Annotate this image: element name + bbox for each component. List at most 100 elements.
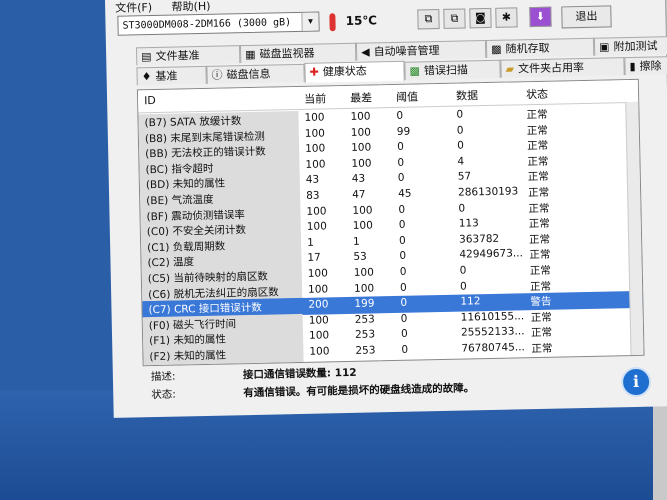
cell-id: (F2) 未知的属性 xyxy=(149,349,227,364)
cell-cur: 100 xyxy=(306,220,327,234)
tab-folder-usage[interactable]: ▰ 文件夹占用率 xyxy=(500,57,625,78)
cell-status: 正常 xyxy=(526,124,548,137)
cell-cur: 1 xyxy=(306,236,314,249)
cell-thr: 0 xyxy=(398,203,406,216)
cell-worst: 199 xyxy=(354,297,375,311)
cell-status: 正常 xyxy=(531,342,553,356)
col-worst[interactable]: 最差 xyxy=(350,89,372,105)
tab-error-scan[interactable]: ▩ 错误扫描 xyxy=(404,59,501,80)
cell-worst: 100 xyxy=(350,126,371,139)
camera-icon[interactable]: ◙ xyxy=(469,7,492,29)
chevron-down-icon[interactable]: ▼ xyxy=(301,12,319,31)
cell-thr: 0 xyxy=(399,281,407,294)
erase-icon: ▮ xyxy=(629,59,636,74)
cell-status: 正常 xyxy=(527,155,549,168)
tab-extra-tests[interactable]: ▣ 附加测试 xyxy=(593,35,667,56)
col-data[interactable]: 数据 xyxy=(456,87,478,103)
tab-file-benchmark[interactable]: ▤ 文件基准 xyxy=(135,45,241,66)
cell-status: 正常 xyxy=(530,311,552,324)
menubar: 文件(F) 帮助(H) xyxy=(115,0,227,15)
cell-thr: 0 xyxy=(400,328,408,341)
extra-icon: ▣ xyxy=(598,40,610,54)
cell-worst: 1 xyxy=(352,235,360,248)
col-current[interactable]: 当前 xyxy=(304,90,326,106)
cell-thr: 0 xyxy=(397,172,405,185)
cell-thr: 45 xyxy=(397,187,412,200)
benchmark-icon: ♦ xyxy=(141,70,152,84)
tab-disk-info[interactable]: ⓘ 磁盘信息 xyxy=(206,63,305,84)
cell-cur: 100 xyxy=(307,282,329,296)
options-icon[interactable]: ✱ xyxy=(495,7,518,28)
cell-thr: 0 xyxy=(398,234,406,247)
cell-thr: 0 xyxy=(397,140,404,154)
cell-cur: 100 xyxy=(305,158,326,171)
cell-cur: 17 xyxy=(307,251,321,265)
cell-status: 正常 xyxy=(529,249,551,262)
cell-status: 正常 xyxy=(529,264,551,278)
exit-button[interactable]: 退出 xyxy=(561,5,612,29)
col-id[interactable]: ID xyxy=(144,94,156,107)
cell-worst: 100 xyxy=(353,266,374,279)
state-label: 状态: xyxy=(151,388,176,402)
tab-random-access[interactable]: ▩ 随机存取 xyxy=(485,37,595,59)
cell-cur: 43 xyxy=(305,173,320,187)
cell-data: 25552133... xyxy=(460,325,525,340)
cell-data: 112 xyxy=(460,295,481,308)
info-icon[interactable]: i xyxy=(620,366,652,398)
cell-status: 警告 xyxy=(530,295,552,309)
tab-benchmark[interactable]: ♦ 基准 xyxy=(136,65,207,86)
speaker-icon: ◀ xyxy=(361,45,370,59)
cell-thr: 99 xyxy=(396,125,411,138)
cell-status: 正常 xyxy=(528,233,551,246)
temperature-value: 15℃ xyxy=(345,13,378,28)
cell-worst: 100 xyxy=(352,219,373,233)
cell-worst: 253 xyxy=(354,313,375,326)
cell-status: 正常 xyxy=(527,171,549,184)
cell-data: 0 xyxy=(459,264,467,277)
col-status[interactable]: 状态 xyxy=(526,86,548,102)
cell-status: 正常 xyxy=(526,108,548,122)
scan-icon: ▩ xyxy=(409,64,421,78)
tab-erase[interactable]: ▮ 擦除 xyxy=(624,55,667,76)
tab-disk-monitor[interactable]: ▦ 磁盘监视器 xyxy=(239,42,357,64)
cell-status: 正常 xyxy=(528,186,550,200)
cell-data: 0 xyxy=(457,139,464,152)
cell-cur: 100 xyxy=(304,127,326,140)
drive-select[interactable]: ST3000DM008-2DM166 (3000 gB) ▼ xyxy=(117,11,320,36)
tab-aam[interactable]: ◀ 自动噪音管理 xyxy=(355,40,487,61)
cell-thr: 0 xyxy=(400,312,408,325)
cell-cur: 100 xyxy=(307,267,328,280)
thermometer-icon xyxy=(329,12,336,31)
copy-icon[interactable]: ⧉ xyxy=(417,9,440,30)
cell-data: 0 xyxy=(458,202,466,215)
cell-status: 正常 xyxy=(527,139,549,153)
cell-data: 4 xyxy=(457,155,465,168)
tab-health[interactable]: ✚ 健康状态 xyxy=(304,60,405,83)
cell-thr: 0 xyxy=(397,156,405,169)
info-icon: ⓘ xyxy=(211,68,223,82)
health-icon: ✚ xyxy=(309,65,319,79)
cell-worst: 253 xyxy=(354,328,376,342)
copy-all-icon[interactable]: ⧉ xyxy=(443,8,466,29)
cell-data: 42949673... xyxy=(459,247,523,262)
temperature-display: 15℃ xyxy=(329,8,377,33)
download-icon[interactable]: ⬇ xyxy=(529,6,552,28)
cell-data: 363782 xyxy=(458,232,500,246)
cell-worst: 47 xyxy=(352,188,366,201)
cell-data: 0 xyxy=(459,280,467,293)
cell-worst: 100 xyxy=(351,141,372,155)
cell-thr: 0 xyxy=(399,250,407,263)
cell-cur: 100 xyxy=(309,345,330,358)
cell-cur: 100 xyxy=(308,329,330,343)
cell-id: (C2) 温度 xyxy=(147,256,195,270)
cell-thr: 0 xyxy=(400,296,408,310)
state-value: 有通信错误。有可能是损坏的硬盘线造成的故障。 xyxy=(243,382,475,400)
folder-icon: ▰ xyxy=(505,62,515,76)
col-threshold[interactable]: 阈值 xyxy=(396,88,418,104)
cell-cur: 83 xyxy=(306,189,320,202)
smart-table: ID 当前 最差 阈值 数据 状态 (B7) SATA 放缓计数 100 100 0 0… xyxy=(136,78,645,367)
cell-cur: 100 xyxy=(306,205,327,218)
cell-data: 0 xyxy=(456,108,464,121)
cell-worst: 100 xyxy=(351,157,372,170)
monitor-icon: ▦ xyxy=(245,47,256,62)
